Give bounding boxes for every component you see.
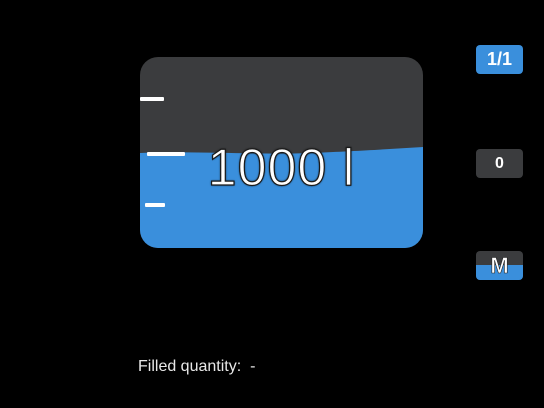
level-tick-lower bbox=[145, 203, 165, 207]
filled-quantity-label: Filled quantity: bbox=[138, 358, 242, 375]
level-tick-current bbox=[147, 152, 185, 156]
mode-button[interactable]: M bbox=[476, 251, 523, 280]
filled-quantity-status: Filled quantity: - bbox=[138, 358, 255, 376]
display-screen: 1000 l 1/1 0 M Filled quantity: - bbox=[0, 0, 544, 408]
filled-quantity-value: - bbox=[250, 358, 256, 375]
mode-button-label: M bbox=[490, 252, 509, 278]
zero-button[interactable]: 0 bbox=[476, 149, 523, 178]
page-indicator-button[interactable]: 1/1 bbox=[476, 45, 523, 74]
level-tick-upper bbox=[140, 97, 164, 101]
